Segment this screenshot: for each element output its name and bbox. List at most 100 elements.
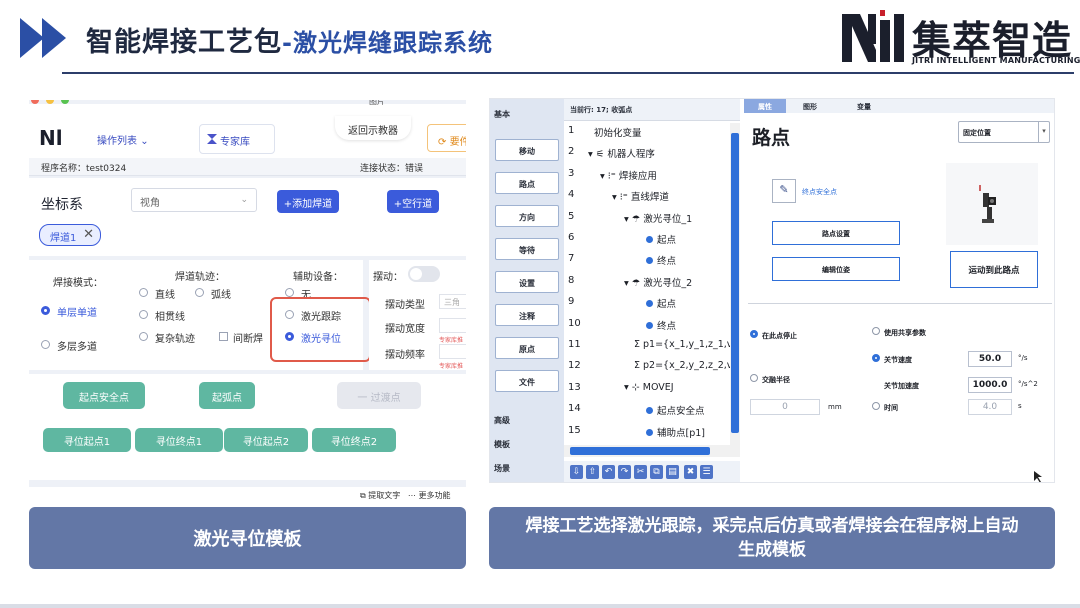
time-input[interactable]: 4.0 xyxy=(968,399,1012,415)
delete-icon[interactable]: ✖ xyxy=(684,465,697,479)
weld-mode-label: 焊接模式： xyxy=(53,278,103,289)
transition-button[interactable]: 一 过渡点 xyxy=(337,382,421,409)
add-weld-button[interactable]: +添加焊道 xyxy=(277,190,339,213)
tab-properties[interactable]: 属性 xyxy=(744,99,786,113)
cmd-direction-button[interactable]: 方向 xyxy=(495,205,559,227)
category-template[interactable]: 模板 xyxy=(494,439,510,450)
seek-end2-button[interactable]: 寻位终点2 xyxy=(312,428,396,452)
cut-icon[interactable]: ✂ xyxy=(634,465,647,479)
move-up-icon[interactable]: ⇧ xyxy=(586,465,599,479)
category-scene[interactable]: 场景 xyxy=(494,463,510,474)
tab-graphics[interactable]: 图形 xyxy=(790,99,830,113)
title-dash: - xyxy=(282,29,293,57)
aux-none-radio[interactable] xyxy=(285,288,294,297)
cmd-file-button[interactable]: 文件 xyxy=(495,370,559,392)
tree-row[interactable]: 1 初始化变量 xyxy=(564,121,734,142)
edit-pose-button[interactable]: 编辑位姿 xyxy=(772,257,900,281)
add-empty-button[interactable]: +空行道 xyxy=(387,190,439,213)
swing-width-input[interactable] xyxy=(439,318,466,333)
redo-icon[interactable]: ↷ xyxy=(618,465,631,479)
scroll-thumb[interactable] xyxy=(731,133,739,433)
tree-row[interactable]: 15 辅助点[p1] xyxy=(564,421,734,442)
tree-row[interactable]: 7 终点 xyxy=(564,249,734,270)
move-down-icon[interactable]: ⇩ xyxy=(570,465,583,479)
swing-type-select[interactable]: 三角 xyxy=(439,294,466,309)
time-radio[interactable] xyxy=(872,402,880,410)
undo-icon[interactable]: ↶ xyxy=(602,465,615,479)
mode-multi-radio[interactable] xyxy=(41,340,50,349)
expert-lib-button[interactable]: 专家库 xyxy=(199,124,275,154)
return-teach-button[interactable]: 返回示教器 xyxy=(335,116,411,140)
category-advanced[interactable]: 高级 xyxy=(494,415,510,426)
tree-row[interactable]: 5 ▾ ☂ 激光寻位_1 xyxy=(564,207,734,228)
use-shared-radio[interactable] xyxy=(872,327,880,335)
view-select[interactable]: 视角 ⌄ xyxy=(131,188,257,212)
cmd-wait-button[interactable]: 等待 xyxy=(495,238,559,260)
line-number: 15 xyxy=(568,424,581,436)
joint-accel-input[interactable]: 1000.0 xyxy=(968,377,1012,393)
line-number: 5 xyxy=(568,210,575,222)
tree-row[interactable]: 2 ▾ ⚟ 机器人程序 xyxy=(564,142,734,163)
cmd-waypoint-button[interactable]: 路点 xyxy=(495,172,559,194)
seek-end1-button[interactable]: 寻位终点1 xyxy=(135,428,223,452)
blend-radius-label: 交融半径 xyxy=(762,376,790,384)
track-line-radio[interactable] xyxy=(139,288,148,297)
more-functions-button[interactable]: 更多功能 xyxy=(418,491,450,500)
copy-icon[interactable]: ⧉ xyxy=(650,465,663,479)
cmd-set-button[interactable]: 设置 xyxy=(495,271,559,293)
blend-radius-input[interactable]: 0 xyxy=(750,399,820,415)
tree-row[interactable]: 14 起点安全点 xyxy=(564,399,734,420)
intermittent-checkbox[interactable] xyxy=(219,332,228,341)
title-main: 智能焊接工艺包 xyxy=(86,27,282,58)
blend-radius-radio[interactable] xyxy=(750,374,758,382)
tree-row[interactable]: 9 起点 xyxy=(564,292,734,313)
joint-speed-input[interactable]: 50.0 xyxy=(968,351,1012,367)
tree-row[interactable]: 13 ▾ ⊹ MOVEJ xyxy=(564,378,734,399)
point-dot-icon xyxy=(646,428,653,436)
toggle-knob xyxy=(410,268,422,280)
tab-variables[interactable]: 变量 xyxy=(844,99,884,113)
tree-row[interactable]: 4 ▾ ⁝⁼ 直线焊道 xyxy=(564,185,734,206)
swing-toggle[interactable] xyxy=(408,266,440,282)
close-icon[interactable]: ✕ xyxy=(83,227,94,242)
cmd-move-button[interactable]: 移动 xyxy=(495,139,559,161)
joint-speed-radio[interactable] xyxy=(872,354,880,362)
scroll-thumb[interactable] xyxy=(570,447,710,455)
swing-freq-input[interactable] xyxy=(439,344,466,359)
move-to-point-button[interactable]: 运动到此路点 xyxy=(950,251,1038,288)
tree-row[interactable]: 12 Σ p2={x_2,y_2,z_2,v xyxy=(564,356,734,377)
category-basic[interactable]: 基本 xyxy=(494,109,510,120)
seek-start2-button[interactable]: 寻位起点2 xyxy=(224,428,308,452)
arc-start-button[interactable]: 起弧点 xyxy=(199,382,255,409)
end-safe-point-link[interactable]: 终点安全点 xyxy=(802,187,837,197)
track-through-radio[interactable] xyxy=(139,310,148,319)
seek-start1-button[interactable]: 寻位起点1 xyxy=(43,428,131,452)
menu-icon[interactable]: ☰ xyxy=(700,465,713,479)
stop-here-radio[interactable] xyxy=(750,330,758,338)
cmd-origin-button[interactable]: 原点 xyxy=(495,337,559,359)
tree-row[interactable]: 8 ▾ ☂ 激光寻位_2 xyxy=(564,271,734,292)
tree-row[interactable]: 10 终点 xyxy=(564,314,734,335)
tree-row[interactable]: 3 ▾ ⁝⁼ 焊接应用 xyxy=(564,164,734,185)
cmd-comment-button[interactable]: 注释 xyxy=(495,304,559,326)
tree-row[interactable]: 6 起点 xyxy=(564,228,734,249)
extract-text-button[interactable]: 提取文字 xyxy=(368,491,400,500)
weld-tag[interactable]: 焊道1 ✕ xyxy=(39,224,101,246)
mode-single-radio[interactable] xyxy=(41,306,50,315)
track-arc-radio[interactable] xyxy=(195,288,204,297)
row-label: 辅助点[p1] xyxy=(657,427,705,439)
right-caption: 焊接工艺选择激光跟踪，采完点后仿真或者焊接会在程序树上自动生成模板 xyxy=(489,507,1055,569)
position-select[interactable]: 固定位置 ▾ xyxy=(958,121,1050,143)
paste-icon[interactable]: ▤ xyxy=(666,465,679,479)
right-action-button[interactable]: ⟳ 要件 xyxy=(427,124,466,152)
tree-row[interactable]: 11 Σ p1={x_1,y_1,z_1,v xyxy=(564,335,734,356)
line-number: 14 xyxy=(568,403,581,415)
pencil-icon[interactable]: ✎ xyxy=(772,179,796,203)
waypoint-settings-button[interactable]: 路点设置 xyxy=(772,221,900,245)
tree-horizontal-scrollbar[interactable] xyxy=(564,445,740,457)
tree-vertical-scrollbar[interactable] xyxy=(730,123,740,455)
start-safe-button[interactable]: 起点安全点 xyxy=(63,382,145,409)
screenshot-toolbar: ⧉ 提取文字 ⋯ 更多功能 xyxy=(360,490,450,501)
op-list-menu[interactable]: 操作列表 ⌄ xyxy=(97,132,149,147)
track-complex-radio[interactable] xyxy=(139,332,148,341)
